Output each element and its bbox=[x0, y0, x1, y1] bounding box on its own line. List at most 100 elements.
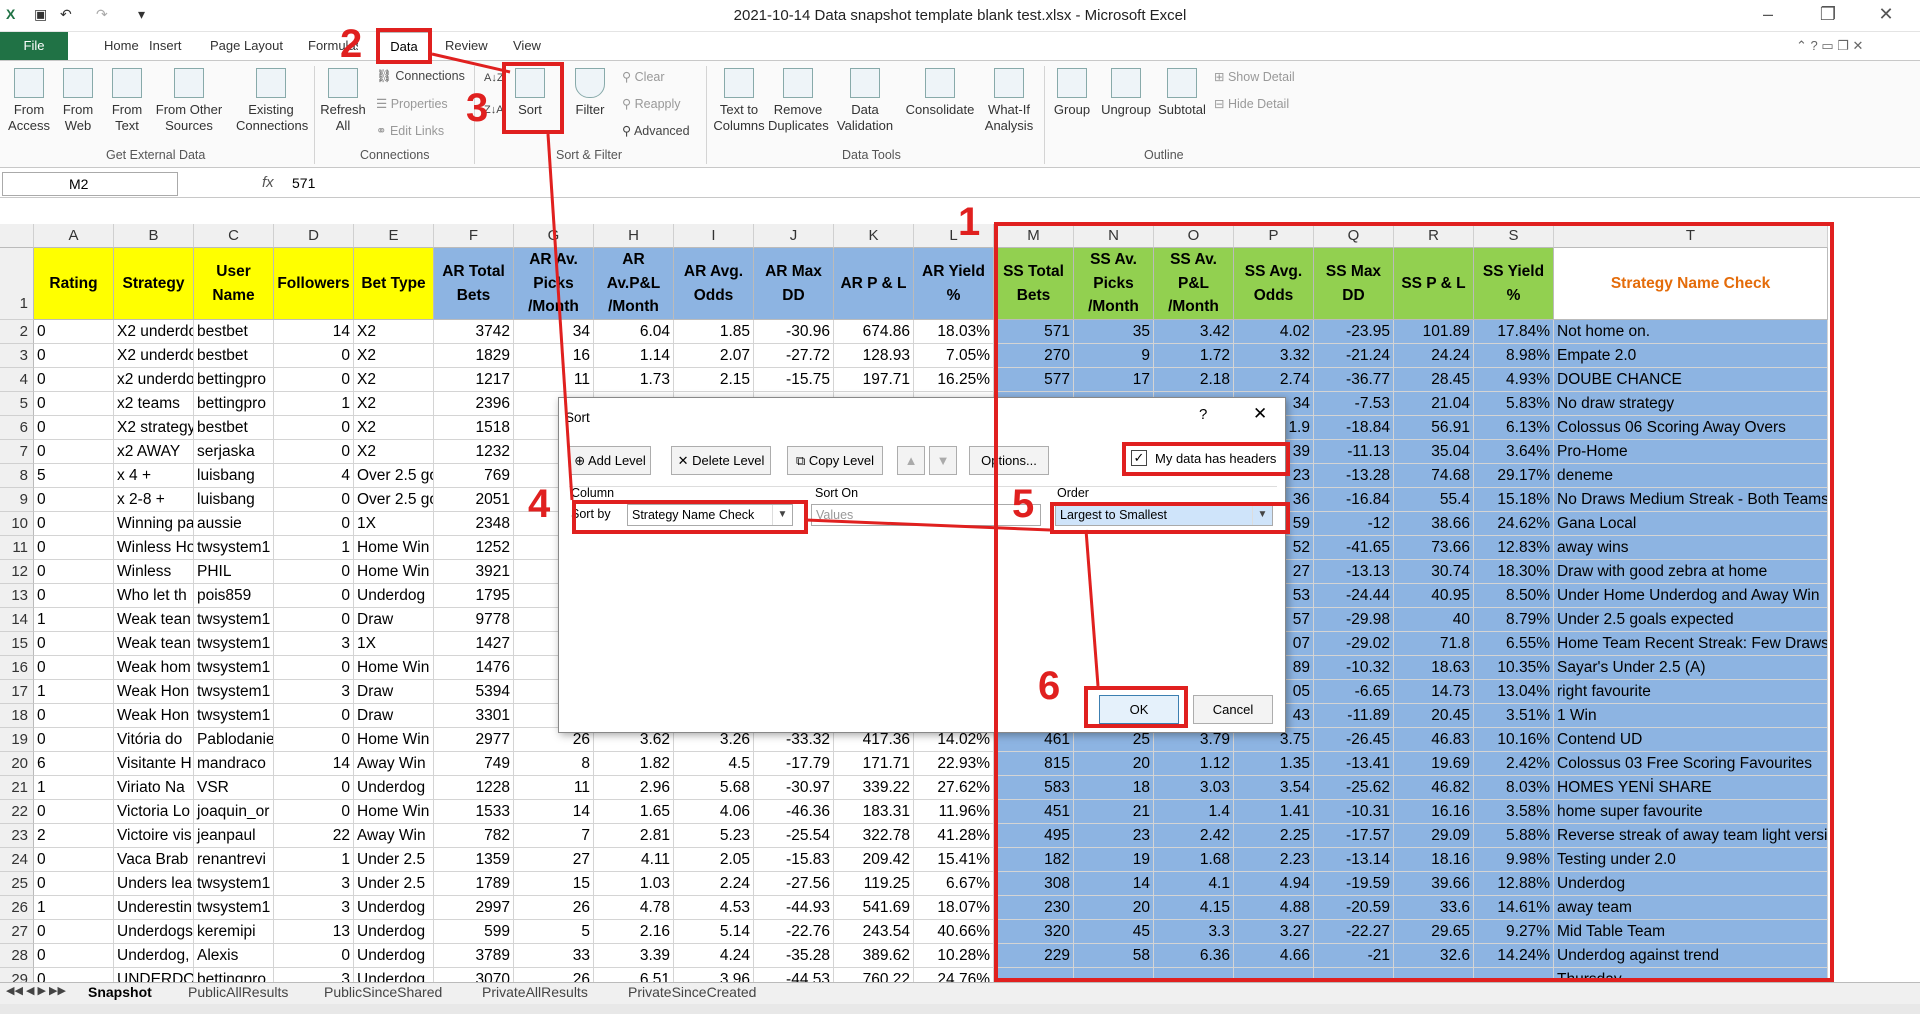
table-cell[interactable]: 183.31 bbox=[834, 800, 914, 824]
table-cell[interactable]: 5 bbox=[34, 464, 114, 488]
row-header[interactable]: 21 bbox=[0, 776, 34, 800]
table-cell[interactable]: twsystem1 bbox=[194, 536, 274, 560]
table-cell[interactable]: 2.05 bbox=[674, 848, 754, 872]
table-cell[interactable]: Underdog bbox=[354, 776, 434, 800]
table-cell[interactable]: Visitante H bbox=[114, 752, 194, 776]
table-cell[interactable]: 5.14 bbox=[674, 920, 754, 944]
table-cell[interactable]: 16.25% bbox=[914, 368, 994, 392]
table-cell[interactable]: 389.62 bbox=[834, 944, 914, 968]
column-header-c[interactable]: C bbox=[194, 224, 274, 248]
restore-icon[interactable]: ❐ bbox=[1808, 4, 1848, 25]
table-cell[interactable]: 1359 bbox=[434, 848, 514, 872]
table-cell[interactable]: 1.14 bbox=[594, 344, 674, 368]
tab-review[interactable]: Review bbox=[445, 38, 488, 53]
connections-button[interactable]: ⛓ Connections bbox=[376, 69, 465, 84]
table-cell[interactable]: 1232 bbox=[434, 440, 514, 464]
sheet-tab-privatesincecreated[interactable]: PrivateSinceCreated bbox=[628, 984, 756, 1000]
table-cell[interactable]: 3921 bbox=[434, 560, 514, 584]
table-cell[interactable]: twsystem1 bbox=[194, 896, 274, 920]
table-cell[interactable]: Viriato Na bbox=[114, 776, 194, 800]
from-text-button[interactable]: From Text bbox=[104, 68, 150, 134]
table-cell[interactable]: -30.96 bbox=[754, 320, 834, 344]
table-cell[interactable]: Weak tean bbox=[114, 608, 194, 632]
table-cell[interactable]: -22.76 bbox=[754, 920, 834, 944]
table-cell[interactable]: 22 bbox=[274, 824, 354, 848]
table-cell[interactable]: 3 bbox=[274, 632, 354, 656]
column-header-e[interactable]: E bbox=[354, 224, 434, 248]
table-cell[interactable]: 26 bbox=[514, 896, 594, 920]
close-icon[interactable]: ✕ bbox=[1866, 4, 1906, 25]
table-cell[interactable]: 2977 bbox=[434, 728, 514, 752]
table-cell[interactable]: x2 teams bbox=[114, 392, 194, 416]
edit-links-button[interactable]: ⚭ Edit Links bbox=[376, 123, 444, 138]
table-cell[interactable]: Draw bbox=[354, 680, 434, 704]
table-cell[interactable]: x2 underdog bbox=[114, 368, 194, 392]
header-cell[interactable]: AR Av.P&L /Month bbox=[594, 248, 674, 320]
table-cell[interactable]: 3 bbox=[274, 896, 354, 920]
table-cell[interactable]: 2.15 bbox=[674, 368, 754, 392]
row-header[interactable]: 7 bbox=[0, 440, 34, 464]
table-cell[interactable]: X2 underdog bbox=[114, 344, 194, 368]
table-cell[interactable]: 14 bbox=[514, 800, 594, 824]
table-cell[interactable]: 11.96% bbox=[914, 800, 994, 824]
row-header[interactable]: 28 bbox=[0, 944, 34, 968]
from-other-sources-button[interactable]: From Other Sources bbox=[154, 68, 224, 134]
table-cell[interactable]: 322.78 bbox=[834, 824, 914, 848]
table-cell[interactable]: 1427 bbox=[434, 632, 514, 656]
table-cell[interactable]: 769 bbox=[434, 464, 514, 488]
table-cell[interactable]: Over 2.5 goals bbox=[354, 488, 434, 512]
row-header[interactable]: 17 bbox=[0, 680, 34, 704]
table-cell[interactable]: 339.22 bbox=[834, 776, 914, 800]
column-header-h[interactable]: H bbox=[594, 224, 674, 248]
table-cell[interactable]: Vaca Brab bbox=[114, 848, 194, 872]
row-header[interactable]: 8 bbox=[0, 464, 34, 488]
table-cell[interactable]: 18.03% bbox=[914, 320, 994, 344]
select-all-corner[interactable] bbox=[0, 224, 34, 248]
row-header[interactable]: 10 bbox=[0, 512, 34, 536]
what-if-button[interactable]: What-If Analysis bbox=[980, 68, 1038, 134]
table-cell[interactable]: 16 bbox=[514, 344, 594, 368]
table-cell[interactable]: 119.25 bbox=[834, 872, 914, 896]
table-cell[interactable]: PHIL bbox=[194, 560, 274, 584]
sheet-tab-snapshot[interactable]: Snapshot bbox=[88, 984, 152, 1000]
sort-az-icon[interactable]: A↓Z bbox=[484, 72, 504, 84]
table-cell[interactable]: 5.23 bbox=[674, 824, 754, 848]
table-cell[interactable]: 3 bbox=[274, 680, 354, 704]
table-cell[interactable]: 15.41% bbox=[914, 848, 994, 872]
name-box[interactable]: M2 bbox=[2, 172, 178, 196]
table-cell[interactable]: 1.65 bbox=[594, 800, 674, 824]
clear-button[interactable]: ⚲ Clear bbox=[622, 69, 665, 84]
table-cell[interactable]: 0 bbox=[34, 512, 114, 536]
table-cell[interactable]: 0 bbox=[34, 800, 114, 824]
table-cell[interactable]: 0 bbox=[274, 944, 354, 968]
table-cell[interactable]: bettingpro bbox=[194, 368, 274, 392]
table-cell[interactable]: 6 bbox=[34, 752, 114, 776]
table-cell[interactable]: -35.28 bbox=[754, 944, 834, 968]
table-cell[interactable]: -15.83 bbox=[754, 848, 834, 872]
table-cell[interactable]: 1252 bbox=[434, 536, 514, 560]
tab-home[interactable]: Home bbox=[104, 38, 139, 53]
table-cell[interactable]: VSR bbox=[194, 776, 274, 800]
row-header[interactable]: 24 bbox=[0, 848, 34, 872]
row-header[interactable]: 4 bbox=[0, 368, 34, 392]
table-cell[interactable]: 1 bbox=[34, 608, 114, 632]
data-validation-button[interactable]: Data Validation bbox=[830, 68, 900, 134]
advanced-button[interactable]: ⚲ Advanced bbox=[622, 123, 690, 138]
table-cell[interactable]: 2.16 bbox=[594, 920, 674, 944]
table-cell[interactable]: 0 bbox=[274, 416, 354, 440]
table-cell[interactable]: 197.71 bbox=[834, 368, 914, 392]
table-cell[interactable]: Victoria Lo bbox=[114, 800, 194, 824]
table-cell[interactable]: 4.78 bbox=[594, 896, 674, 920]
table-cell[interactable]: twsystem1 bbox=[194, 872, 274, 896]
table-cell[interactable]: 7.05% bbox=[914, 344, 994, 368]
minimize-icon[interactable]: – bbox=[1748, 4, 1788, 25]
table-cell[interactable]: 3.39 bbox=[594, 944, 674, 968]
table-cell[interactable]: 0 bbox=[274, 728, 354, 752]
table-cell[interactable]: 1 bbox=[34, 776, 114, 800]
table-cell[interactable]: bettingpro bbox=[194, 392, 274, 416]
table-cell[interactable]: -44.93 bbox=[754, 896, 834, 920]
ungroup-button[interactable]: Ungroup bbox=[1098, 68, 1154, 118]
row-header-1[interactable]: 1 bbox=[0, 248, 34, 320]
table-cell[interactable]: 9778 bbox=[434, 608, 514, 632]
table-cell[interactable]: 0 bbox=[34, 728, 114, 752]
